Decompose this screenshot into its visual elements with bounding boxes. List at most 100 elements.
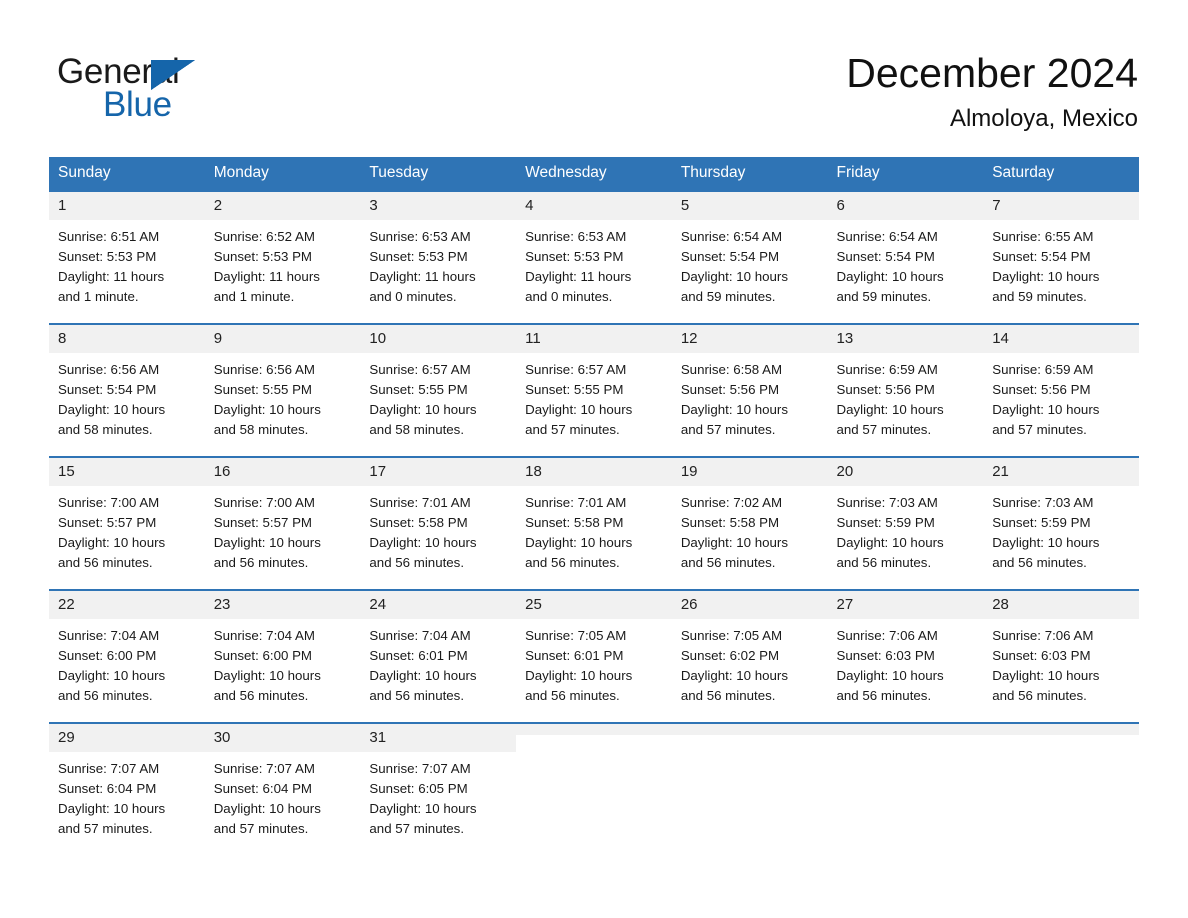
sunrise-text: Sunrise: 6:55 AM <box>992 229 1094 244</box>
daylight-text-line1: Daylight: 10 hours <box>525 402 633 417</box>
day-cell[interactable]: 18 Sunrise: 7:01 AM Sunset: 5:58 PM Dayl… <box>516 456 672 576</box>
day-cell[interactable]: 4 Sunrise: 6:53 AM Sunset: 5:53 PM Dayli… <box>516 190 672 310</box>
day-cell[interactable]: 12 Sunrise: 6:58 AM Sunset: 5:56 PM Dayl… <box>671 323 828 443</box>
day-cell[interactable]: 19 Sunrise: 7:02 AM Sunset: 5:58 PM Dayl… <box>671 456 828 576</box>
day-info: Sunrise: 6:51 AM Sunset: 5:53 PM Dayligh… <box>49 220 205 307</box>
daylight-text-line2: and 59 minutes. <box>680 289 776 304</box>
daylight-text-line1: Daylight: 10 hours <box>992 269 1100 284</box>
sunrise-text: Sunrise: 6:53 AM <box>369 229 471 244</box>
daylight-text-line2: and 0 minutes. <box>525 289 613 304</box>
sunrise-text: Sunrise: 6:58 AM <box>680 362 783 377</box>
sunset-text: Sunset: 5:54 PM <box>836 249 935 264</box>
day-cell[interactable]: 29 Sunrise: 7:07 AM Sunset: 6:04 PM Dayl… <box>49 722 205 842</box>
week-spacer <box>49 443 1139 457</box>
day-number <box>827 724 984 735</box>
day-number: 31 <box>360 724 517 752</box>
day-cell[interactable]: 22 Sunrise: 7:04 AM Sunset: 6:00 PM Dayl… <box>49 589 205 709</box>
day-cell[interactable]: 6 Sunrise: 6:54 AM Sunset: 5:54 PM Dayli… <box>827 190 984 310</box>
day-cell[interactable]: 20 Sunrise: 7:03 AM Sunset: 5:59 PM Dayl… <box>827 456 984 576</box>
sunrise-text: Sunrise: 7:03 AM <box>836 495 938 510</box>
day-cell[interactable]: 24 Sunrise: 7:04 AM Sunset: 6:01 PM Dayl… <box>360 589 517 709</box>
day-cell[interactable]: 31 Sunrise: 7:07 AM Sunset: 6:05 PM Dayl… <box>360 722 517 842</box>
day-cell[interactable]: 13 Sunrise: 6:59 AM Sunset: 5:56 PM Dayl… <box>827 323 984 443</box>
day-number <box>516 724 672 735</box>
daylight-text-line2: and 58 minutes. <box>58 422 153 437</box>
sunset-text: Sunset: 5:58 PM <box>680 515 780 530</box>
sunrise-text: Sunrise: 6:56 AM <box>58 362 160 377</box>
day-cell[interactable]: 14 Sunrise: 6:59 AM Sunset: 5:56 PM Dayl… <box>983 323 1139 443</box>
sunset-text: Sunset: 6:01 PM <box>369 648 468 663</box>
day-cell[interactable]: 8 Sunrise: 6:56 AM Sunset: 5:54 PM Dayli… <box>49 323 205 443</box>
daylight-text-line2: and 56 minutes. <box>369 555 465 570</box>
day-cell[interactable]: 15 Sunrise: 7:00 AM Sunset: 5:57 PM Dayl… <box>49 456 205 576</box>
daylight-text-line1: Daylight: 10 hours <box>213 801 321 816</box>
daylight-text-line1: Daylight: 10 hours <box>213 402 321 417</box>
general-blue-logo[interactable]: General Blue <box>57 52 257 124</box>
sunset-text: Sunset: 5:54 PM <box>680 249 780 264</box>
sunrise-text: Sunrise: 7:04 AM <box>213 628 315 643</box>
sunset-text: Sunset: 5:56 PM <box>836 382 935 397</box>
day-number: 28 <box>983 591 1139 619</box>
sunrise-text: Sunrise: 7:04 AM <box>58 628 160 643</box>
day-cell[interactable]: 23 Sunrise: 7:04 AM Sunset: 6:00 PM Dayl… <box>204 589 361 709</box>
sunrise-text: Sunrise: 6:57 AM <box>369 362 471 377</box>
daylight-text-line2: and 56 minutes. <box>836 555 932 570</box>
day-number: 26 <box>671 591 828 619</box>
sunrise-text: Sunrise: 7:06 AM <box>836 628 938 643</box>
day-cell[interactable]: 27 Sunrise: 7:06 AM Sunset: 6:03 PM Dayl… <box>827 589 984 709</box>
day-info: Sunrise: 7:07 AM Sunset: 6:04 PM Dayligh… <box>49 752 205 839</box>
day-number: 27 <box>827 591 984 619</box>
sunrise-text: Sunrise: 7:05 AM <box>680 628 783 643</box>
daylight-text-line1: Daylight: 10 hours <box>58 535 166 550</box>
sunrise-text: Sunrise: 7:04 AM <box>369 628 471 643</box>
day-number: 21 <box>983 458 1139 486</box>
day-number: 16 <box>204 458 361 486</box>
day-cell[interactable]: 25 Sunrise: 7:05 AM Sunset: 6:01 PM Dayl… <box>516 589 672 709</box>
weekday-header-wednesday: Wednesday <box>516 157 672 191</box>
day-info: Sunrise: 7:07 AM Sunset: 6:04 PM Dayligh… <box>205 752 361 839</box>
day-info: Sunrise: 7:04 AM Sunset: 6:00 PM Dayligh… <box>205 619 361 706</box>
day-info: Sunrise: 6:59 AM Sunset: 5:56 PM Dayligh… <box>828 353 984 440</box>
day-number: 8 <box>49 325 205 353</box>
day-number: 29 <box>49 724 205 752</box>
day-info: Sunrise: 6:59 AM Sunset: 5:56 PM Dayligh… <box>983 353 1139 440</box>
day-cell[interactable]: 3 Sunrise: 6:53 AM Sunset: 5:53 PM Dayli… <box>360 190 517 310</box>
day-cell[interactable]: 1 Sunrise: 6:51 AM Sunset: 5:53 PM Dayli… <box>49 190 205 310</box>
day-cell[interactable]: 16 Sunrise: 7:00 AM Sunset: 5:57 PM Dayl… <box>204 456 361 576</box>
day-cell[interactable]: 5 Sunrise: 6:54 AM Sunset: 5:54 PM Dayli… <box>671 190 828 310</box>
day-info: Sunrise: 6:53 AM Sunset: 5:53 PM Dayligh… <box>516 220 672 307</box>
day-info: Sunrise: 6:57 AM Sunset: 5:55 PM Dayligh… <box>516 353 672 440</box>
day-number: 14 <box>983 325 1139 353</box>
sunrise-text: Sunrise: 7:01 AM <box>525 495 627 510</box>
daylight-text-line1: Daylight: 10 hours <box>992 402 1100 417</box>
day-cell[interactable]: 10 Sunrise: 6:57 AM Sunset: 5:55 PM Dayl… <box>360 323 517 443</box>
daylight-text-line2: and 56 minutes. <box>58 688 153 703</box>
daylight-text-line1: Daylight: 10 hours <box>836 535 944 550</box>
day-cell[interactable]: 7 Sunrise: 6:55 AM Sunset: 5:54 PM Dayli… <box>983 190 1139 310</box>
sunset-text: Sunset: 5:59 PM <box>836 515 935 530</box>
day-number: 22 <box>49 591 205 619</box>
daylight-text-line1: Daylight: 10 hours <box>213 668 321 683</box>
day-cell[interactable]: 28 Sunrise: 7:06 AM Sunset: 6:03 PM Dayl… <box>983 589 1139 709</box>
day-cell[interactable]: 21 Sunrise: 7:03 AM Sunset: 5:59 PM Dayl… <box>983 456 1139 576</box>
week-spacer <box>49 576 1139 590</box>
day-cell[interactable]: 9 Sunrise: 6:56 AM Sunset: 5:55 PM Dayli… <box>204 323 361 443</box>
sunset-text: Sunset: 5:56 PM <box>992 382 1091 397</box>
day-cell[interactable]: 11 Sunrise: 6:57 AM Sunset: 5:55 PM Dayl… <box>516 323 672 443</box>
day-info: Sunrise: 7:06 AM Sunset: 6:03 PM Dayligh… <box>828 619 984 706</box>
week-row: 29 Sunrise: 7:07 AM Sunset: 6:04 PM Dayl… <box>49 722 1139 842</box>
sunrise-text: Sunrise: 6:54 AM <box>680 229 783 244</box>
day-cell[interactable]: 30 Sunrise: 7:07 AM Sunset: 6:04 PM Dayl… <box>204 722 361 842</box>
sunrise-text: Sunrise: 6:59 AM <box>992 362 1094 377</box>
sunset-text: Sunset: 5:58 PM <box>369 515 468 530</box>
sunrise-text: Sunrise: 6:59 AM <box>836 362 938 377</box>
daylight-text-line1: Daylight: 10 hours <box>680 535 788 550</box>
daylight-text-line1: Daylight: 11 hours <box>58 269 165 284</box>
day-cell[interactable]: 2 Sunrise: 6:52 AM Sunset: 5:53 PM Dayli… <box>204 190 361 310</box>
day-cell[interactable]: 26 Sunrise: 7:05 AM Sunset: 6:02 PM Dayl… <box>671 589 828 709</box>
day-cell[interactable]: 17 Sunrise: 7:01 AM Sunset: 5:58 PM Dayl… <box>360 456 517 576</box>
sunrise-text: Sunrise: 6:51 AM <box>58 229 160 244</box>
day-number: 19 <box>671 458 828 486</box>
day-cell-empty <box>516 722 672 842</box>
daylight-text-line1: Daylight: 10 hours <box>369 801 477 816</box>
